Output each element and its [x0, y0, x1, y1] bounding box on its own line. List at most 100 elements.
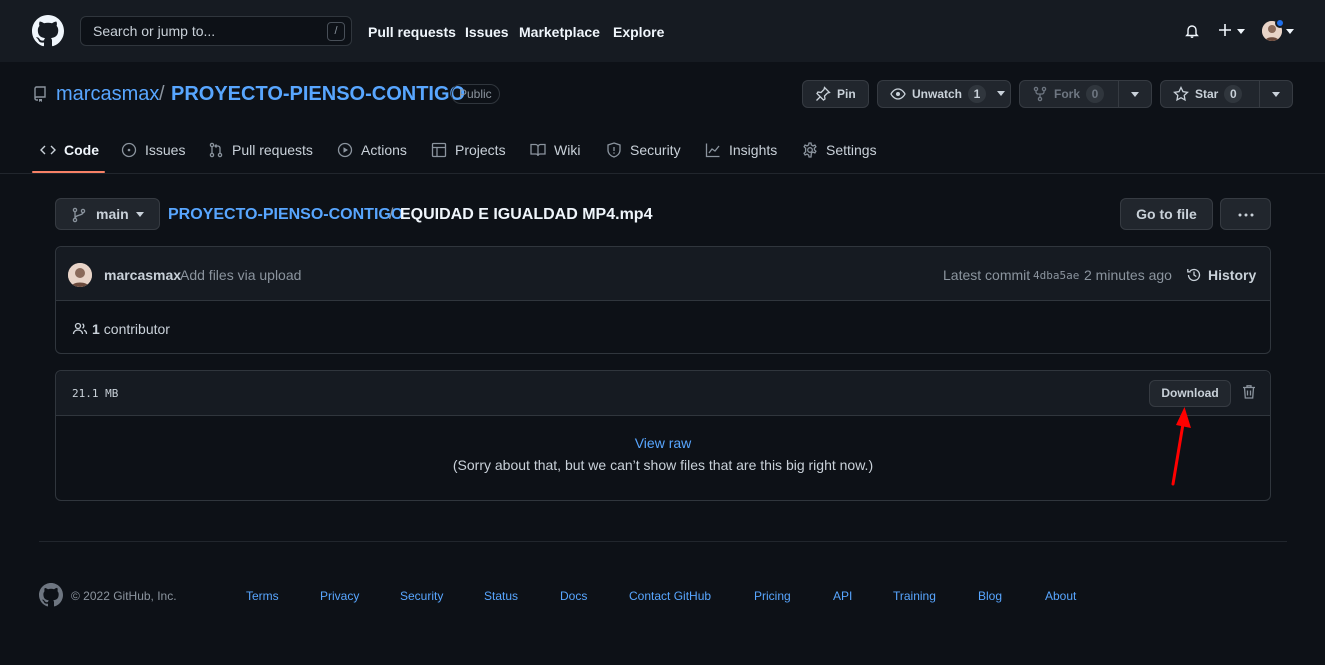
star-label: Star [1195, 87, 1219, 101]
eye-icon [890, 86, 906, 102]
footer-copyright: © 2022 GitHub, Inc. [71, 589, 177, 603]
footer-link-training[interactable]: Training [893, 589, 936, 603]
branch-selector[interactable]: main [55, 198, 160, 230]
footer-link-contact[interactable]: Contact GitHub [629, 589, 711, 603]
notification-badge [1275, 18, 1285, 28]
tab-code[interactable]: Code [40, 142, 99, 158]
avatar[interactable] [68, 263, 92, 287]
file-size: 21.1 MB [72, 387, 119, 400]
more-options-button[interactable] [1220, 198, 1271, 230]
latest-commit-label: Latest commit [943, 267, 1031, 283]
tab-settings[interactable]: Settings [802, 142, 877, 158]
view-raw-link[interactable]: View raw [56, 435, 1270, 451]
commit-author-link[interactable]: marcasmax [104, 267, 181, 283]
footer-link-api[interactable]: API [833, 589, 852, 603]
repo-path-separator: / [159, 83, 165, 105]
footer-link-privacy[interactable]: Privacy [320, 589, 359, 603]
contributors-count: 1 [92, 321, 100, 337]
branch-icon [72, 207, 86, 223]
book-icon [530, 142, 546, 158]
table-icon [431, 142, 447, 158]
active-tab-indicator [32, 171, 105, 173]
tab-insights[interactable]: Insights [705, 142, 777, 158]
chevron-down-icon [1271, 92, 1281, 98]
fork-icon [1032, 86, 1048, 102]
commit-header: marcasmax Add files via upload Latest co… [56, 247, 1270, 301]
commit-message-link[interactable]: Add files via upload [180, 267, 301, 283]
chevron-down-icon[interactable] [1236, 29, 1246, 35]
breadcrumb-separator: / [389, 206, 394, 223]
tab-issues[interactable]: Issues [121, 142, 185, 158]
search-shortcut-key: / [327, 22, 345, 41]
go-to-file-button[interactable]: Go to file [1120, 198, 1213, 230]
tab-label: Code [64, 142, 99, 158]
commit-time: 2 minutes ago [1084, 267, 1172, 283]
repo-icon [33, 86, 47, 102]
top-header: Search or jump to... / Pull requests Iss… [0, 0, 1325, 62]
star-icon [1173, 86, 1189, 102]
pin-icon [815, 86, 831, 102]
search-placeholder: Search or jump to... [93, 23, 216, 39]
file-header: 21.1 MB Download [56, 371, 1270, 416]
footer-link-about[interactable]: About [1045, 589, 1076, 603]
play-icon [337, 142, 353, 158]
trash-icon[interactable] [1242, 384, 1256, 400]
tab-wiki[interactable]: Wiki [530, 142, 580, 158]
chevron-down-icon [1130, 92, 1140, 98]
breadcrumb-repo-link[interactable]: PROYECTO-PIENSO-CONTIGO [168, 206, 403, 224]
gear-icon [802, 142, 818, 158]
tab-pull-requests[interactable]: Pull requests [208, 142, 313, 158]
tab-security[interactable]: Security [606, 142, 681, 158]
chevron-down-icon [135, 212, 145, 218]
footer-link-pricing[interactable]: Pricing [754, 589, 791, 603]
nav-marketplace[interactable]: Marketplace [519, 24, 600, 40]
breadcrumb-file-name: EQUIDAD E IGUALDAD MP4.mp4 [400, 206, 653, 223]
kebab-horizontal-icon [1238, 213, 1254, 217]
history-label: History [1208, 267, 1257, 283]
chevron-down-icon [996, 91, 1006, 97]
footer-link-terms[interactable]: Terms [246, 589, 279, 603]
nav-explore[interactable]: Explore [613, 24, 664, 40]
history-icon [1186, 267, 1202, 283]
tab-label: Issues [145, 142, 186, 158]
footer-link-docs[interactable]: Docs [560, 589, 587, 603]
search-input[interactable]: Search or jump to... / [80, 16, 352, 46]
nav-pull-requests[interactable]: Pull requests [368, 24, 456, 40]
visibility-badge: Public [451, 84, 500, 104]
repo-owner-link[interactable]: marcasmax [56, 83, 159, 106]
footer-link-status[interactable]: Status [484, 589, 518, 603]
file-too-big-message: (Sorry about that, but we can’t show fil… [452, 457, 874, 473]
tab-label: Security [630, 142, 681, 158]
issue-icon [121, 142, 137, 158]
chevron-down-icon[interactable] [1285, 29, 1295, 35]
branch-name: main [96, 206, 129, 222]
unwatch-button[interactable]: Unwatch 1 [877, 80, 1011, 108]
star-button[interactable]: Star 0 [1160, 80, 1260, 108]
star-dropdown-button[interactable] [1260, 80, 1293, 108]
tab-projects[interactable]: Projects [431, 142, 506, 158]
create-new-icon[interactable] [1217, 22, 1233, 38]
latest-commit-box: marcasmax Add files via upload Latest co… [55, 246, 1271, 354]
history-link[interactable]: History [1186, 267, 1256, 283]
pin-button[interactable]: Pin [802, 80, 869, 108]
commit-sha-link[interactable]: 4dba5ae [1033, 269, 1079, 282]
footer-link-blog[interactable]: Blog [978, 589, 1002, 603]
fork-dropdown-button[interactable] [1119, 80, 1152, 108]
nav-issues[interactable]: Issues [465, 24, 509, 40]
download-button[interactable]: Download [1149, 380, 1231, 407]
tab-label: Pull requests [232, 142, 313, 158]
github-logo-icon[interactable] [32, 15, 64, 47]
contributors-summary[interactable]: 1 contributor [72, 321, 170, 337]
fork-button[interactable]: Fork 0 [1019, 80, 1119, 108]
repo-name-link[interactable]: PROYECTO-PIENSO-CONTIGO [171, 83, 465, 106]
pull-request-icon [208, 142, 224, 158]
contributors-label: contributor [103, 321, 170, 337]
tab-label: Settings [826, 142, 877, 158]
graph-icon [705, 142, 721, 158]
tab-label: Projects [455, 142, 506, 158]
github-mark-icon[interactable] [39, 583, 63, 607]
footer-divider [39, 541, 1287, 542]
tab-actions[interactable]: Actions [337, 142, 407, 158]
bell-icon[interactable] [1184, 23, 1200, 39]
footer-link-security[interactable]: Security [400, 589, 443, 603]
